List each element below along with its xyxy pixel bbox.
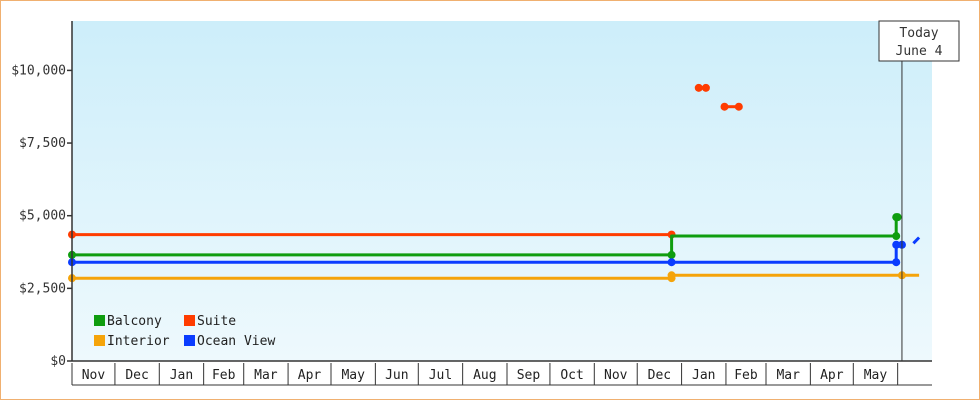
data-point [667,258,676,267]
month-label: Feb [212,368,236,383]
month-label: Dec [125,368,148,383]
month-label: Jun [385,368,408,383]
data-point [892,232,901,241]
data-point [667,250,676,259]
legend-swatch [184,335,195,346]
month-label: Aug [473,368,496,383]
y-tick-label: $2,500 [19,281,66,296]
month-label: Nov [82,368,106,383]
legend-label: Interior [107,334,170,349]
month-axis: Nov Dec Jan Feb Mar Apr May Jun Jul Aug Sep Oct Nov D… [71,363,932,386]
today-label: Today [899,26,938,41]
plot-area [72,21,932,361]
today-date: June 4 [896,44,943,59]
data-point [667,271,676,280]
price-history-chart: $0 $2,500 $5,000 $7,500 $10,000 Nov Dec Jan Feb… [11,20,960,386]
y-tick-label: $7,500 [19,136,66,151]
month-label: Oct [560,368,583,383]
legend-swatch [184,315,195,326]
month-label: Dec [648,368,671,383]
month-label: Jan [170,368,193,383]
data-point [701,83,710,92]
month-label: Jan [692,368,715,383]
data-point [893,213,902,222]
data-point [892,258,901,267]
y-tick-label: $10,000 [11,63,66,78]
month-label: Apr [820,368,844,383]
month-label: Sep [517,368,541,383]
month-label: Apr [298,368,322,383]
data-point [734,102,743,111]
data-point [694,83,703,92]
month-label: Mar [776,368,800,383]
legend-label: Suite [197,314,236,329]
legend-swatch [94,315,105,326]
chart-frame: $0 $2,500 $5,000 $7,500 $10,000 Nov Dec Jan Feb… [0,0,980,400]
month-label: Mar [254,368,278,383]
legend-label: Balcony [107,314,162,329]
data-point [720,102,729,111]
y-tick-label: $5,000 [19,209,66,224]
legend-label: Ocean View [197,334,275,349]
month-label: Nov [604,368,628,383]
month-label: Jul [429,368,452,383]
month-label: May [864,368,888,383]
legend-swatch [94,335,105,346]
y-tick-label: $0 [50,354,66,369]
month-label: Feb [734,368,758,383]
month-label: May [341,368,365,383]
